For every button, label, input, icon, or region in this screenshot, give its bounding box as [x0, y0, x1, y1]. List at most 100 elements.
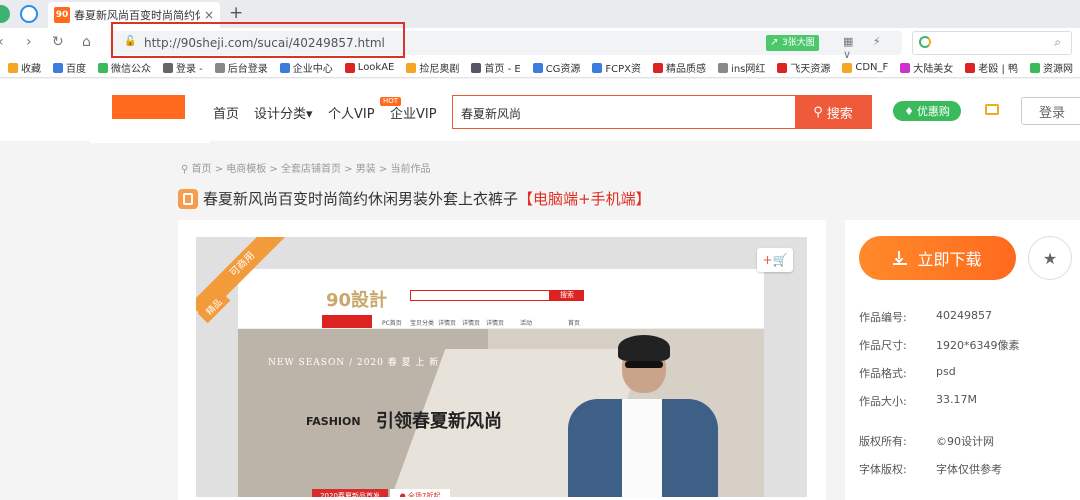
home-icon[interactable]: ⌂ — [82, 34, 91, 50]
browser-search-box[interactable]: ⌕ — [912, 31, 1072, 55]
bookmark-favicon-icon — [900, 62, 911, 73]
bookmark-item[interactable]: 企业中心 — [279, 60, 333, 75]
search-icon: ⚲ — [813, 104, 823, 120]
bookmark-item[interactable]: 捡尼奥剧 — [406, 60, 459, 75]
info-label: 作品编号: — [859, 311, 907, 324]
info-value: 字体仅供参考 — [936, 463, 1002, 476]
bookmark-label: CDN_F — [855, 62, 889, 73]
bookmark-favicon-icon — [592, 62, 603, 73]
info-value: psd — [936, 365, 956, 378]
mock-nav-active — [322, 315, 372, 328]
info-label: 字体版权: — [859, 463, 907, 476]
bookmarks-bar: 收藏 百度 微信公众 登录 - 后台登录 企业中心 LookAE 捡尼奥剧 首页 - E CG资源… — [0, 58, 1080, 78]
site-search[interactable]: 春夏新风尚 ⚲ 搜索 — [452, 95, 872, 129]
navigation-arrow-icon[interactable] — [20, 5, 38, 23]
bookmark-favicon-icon — [53, 62, 63, 73]
site-header: 首页 设计分类▾ 个人VIP HOT 企业VIP 春夏新风尚 ⚲ 搜索 ♦ 优惠… — [0, 79, 1080, 143]
bookmark-favicon-icon — [344, 62, 355, 73]
bookmark-item[interactable]: FCPX资 — [592, 60, 641, 75]
new-tab-button[interactable]: + — [229, 3, 243, 23]
nav-personal-vip[interactable]: 个人VIP — [328, 103, 375, 122]
product-title: 春夏新风尚百变时尚简约休闲男装外套上衣裤子 — [203, 190, 519, 208]
back-arrow-icon[interactable]: ‹ — [0, 34, 4, 50]
info-row: 作品编号: 40249857 — [859, 309, 992, 325]
search-button[interactable]: ⚲ 搜索 — [795, 96, 871, 128]
search-icon[interactable]: ⌕ — [1054, 35, 1061, 50]
bookmark-item[interactable]: ins网红 — [718, 60, 765, 75]
mock-logo: 90設計 — [326, 290, 388, 311]
bookmark-favicon-icon — [532, 62, 543, 73]
bookmark-favicon-icon — [98, 62, 108, 73]
bookmark-item[interactable]: 百度 — [53, 60, 86, 75]
mock-hero-banner: NEW SEASON / 2020 春 夏 上 新 FASHION 引领春夏新风… — [238, 329, 764, 497]
mock-search-button: 搜索 — [550, 290, 584, 301]
mock-nav-item: PC首页 — [382, 320, 402, 327]
bookmark-item[interactable]: 飞天资源 — [777, 60, 830, 75]
close-tab-icon[interactable]: × — [204, 8, 214, 22]
info-label: 作品尺寸: — [859, 339, 907, 352]
bookmark-item[interactable]: 首页 - E — [471, 60, 521, 75]
info-row: 作品格式: psd — [859, 365, 956, 381]
info-row: 作品尺寸: 1920*6349像素 — [859, 337, 1020, 353]
search-button-label: 搜索 — [826, 106, 853, 122]
bookmark-favicon-icon — [1030, 62, 1041, 73]
coupon-label: 优惠购 — [916, 105, 950, 118]
bookmark-favicon-icon — [965, 62, 976, 73]
message-icon[interactable] — [985, 104, 999, 115]
search-input[interactable]: 春夏新风尚 — [461, 105, 521, 122]
hero-headline: 引领春夏新风尚 — [376, 411, 502, 432]
bookmark-item[interactable]: 登录 - — [163, 60, 203, 75]
coupon-button[interactable]: ♦ 优惠购 — [893, 101, 961, 121]
download-label: 立即下载 — [917, 250, 982, 269]
bookmark-favicon-icon — [214, 62, 225, 73]
breadcrumb-text[interactable]: 首页 > 电商模板 > 全套店铺首页 > 男装 > 当前作品 — [192, 164, 431, 175]
bookmark-label: 收藏 — [21, 64, 41, 75]
mock-nav-item: 首页 — [568, 320, 581, 327]
bookmark-label: 首页 - E — [484, 64, 521, 75]
download-icon — [893, 251, 908, 265]
bookmark-item[interactable]: CDN_F — [842, 62, 888, 73]
bookmark-label: ins网红 — [731, 64, 766, 75]
info-label: 版权所有: — [859, 435, 907, 448]
logo-mask — [90, 119, 210, 143]
bookmark-label: 大陆美女 — [913, 64, 954, 75]
bookmark-item[interactable]: 精品质感 — [653, 60, 706, 75]
mock-page: 90設計 搜索 PC首页 宝贝分类 详情页 详情页 详情页 活动 首页 NEW … — [238, 269, 764, 497]
info-row: 字体版权: 字体仅供参考 — [859, 461, 1002, 477]
diamond-icon: ♦ — [904, 104, 914, 118]
download-button[interactable]: 立即下载 — [859, 236, 1016, 280]
bookmark-item[interactable]: 后台登录 — [214, 60, 268, 75]
site-logo[interactable] — [112, 95, 185, 119]
forward-arrow-icon[interactable]: › — [26, 34, 32, 50]
mock-nav-item: 详情页 — [462, 320, 481, 327]
info-label: 作品大小: — [859, 395, 907, 408]
bookmark-label: 登录 - — [176, 64, 203, 75]
bookmark-label: 资源网 — [1043, 64, 1074, 75]
info-value: 40249857 — [936, 309, 992, 322]
info-row: 版权所有: ©90设计网 — [859, 433, 994, 449]
add-to-cart-button[interactable]: +🛒 — [757, 248, 793, 272]
bookmark-item[interactable]: 微信公众 — [98, 60, 151, 75]
bookmark-item[interactable]: 大陆美女 — [900, 60, 953, 75]
big-image-badge[interactable]: 3张大图 — [766, 35, 819, 51]
bookmark-item[interactable]: 老殴 | 鸭 — [965, 60, 1018, 75]
bookmark-favicon-icon — [8, 62, 18, 73]
bookmark-label: 精品质感 — [666, 64, 707, 75]
reload-icon[interactable]: ↻ — [52, 34, 64, 50]
model-shirt — [622, 399, 662, 497]
bookmark-item[interactable]: LookAE — [344, 62, 395, 73]
login-button[interactable]: 登录 — [1021, 97, 1080, 125]
bookmark-item[interactable]: 收藏 — [8, 60, 41, 75]
browser-logo-icon[interactable] — [0, 5, 10, 23]
bookmark-favicon-icon — [406, 62, 417, 73]
bookmark-item[interactable]: 资源网 — [1030, 60, 1073, 75]
nav-home[interactable]: 首页 — [213, 103, 239, 122]
bookmark-label: LookAE — [357, 62, 395, 73]
favorite-star-icon[interactable]: ★ — [1028, 236, 1072, 280]
bookmark-label: 飞天资源 — [790, 64, 831, 75]
nav-design-category[interactable]: 设计分类▾ — [254, 103, 313, 122]
bookmark-item[interactable]: CG资源 — [532, 60, 580, 75]
bookmark-favicon-icon — [471, 62, 482, 73]
nav-enterprise-vip[interactable]: 企业VIP — [390, 103, 437, 122]
preview-image[interactable]: 90設計 搜索 PC首页 宝贝分类 详情页 详情页 详情页 活动 首页 NEW … — [196, 237, 807, 497]
